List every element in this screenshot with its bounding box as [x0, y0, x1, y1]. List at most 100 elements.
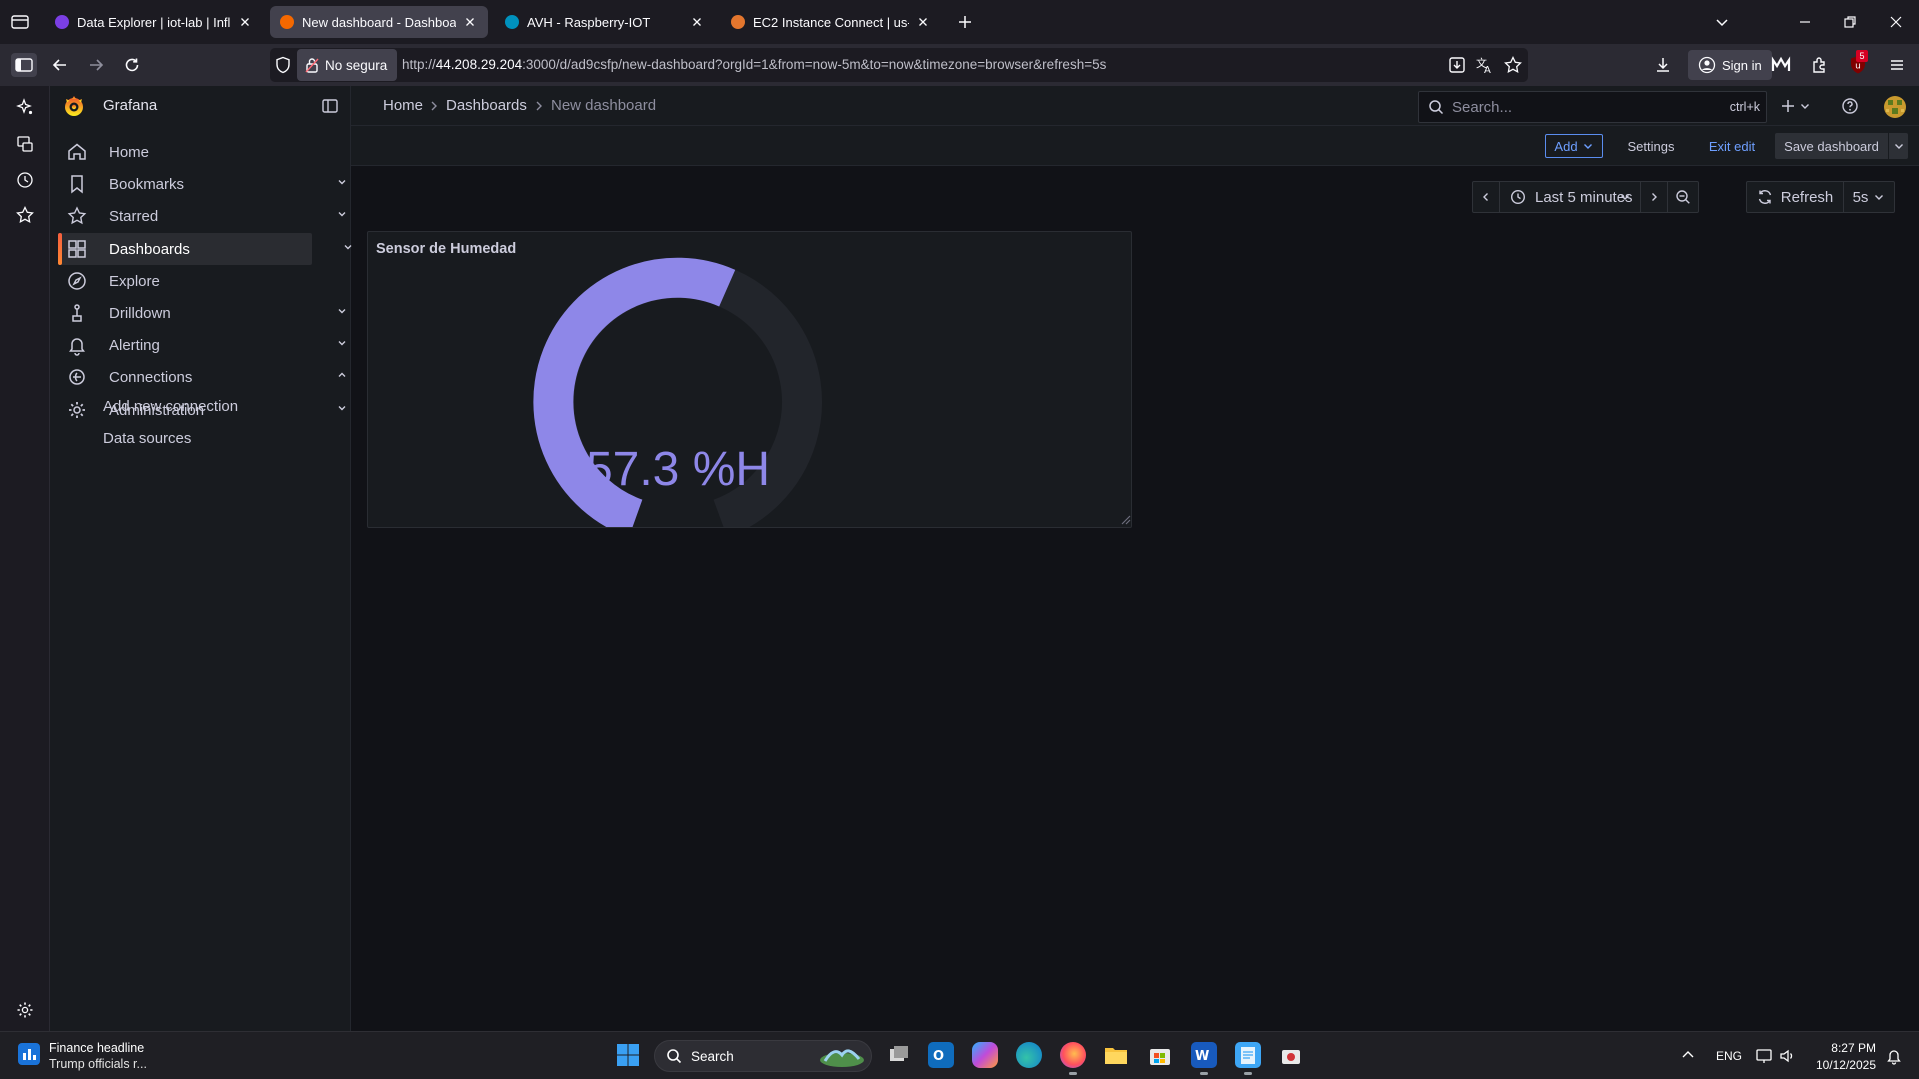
edge-icon[interactable]	[1016, 1042, 1042, 1068]
copilot-icon[interactable]	[972, 1042, 998, 1068]
extensions-puzzle-icon[interactable]	[1810, 55, 1830, 75]
volume-icon[interactable]	[1778, 1047, 1796, 1065]
nav-item-explore[interactable]: Explore	[58, 265, 360, 297]
customize-sidebar-gear-icon[interactable]	[15, 1000, 35, 1020]
history-icon[interactable]	[15, 170, 35, 190]
translate-icon[interactable]: 文A	[1475, 55, 1495, 75]
panel-resize-handle-icon[interactable]	[1119, 513, 1131, 525]
nav-item-connections[interactable]: Connections	[58, 361, 360, 393]
grafana-brand[interactable]: Grafana	[103, 97, 157, 114]
url-text[interactable]: http://44.208.29.204:3000/d/ad9csfp/new-…	[402, 57, 1106, 72]
chevron-down-icon[interactable]	[336, 402, 348, 414]
save-options-chevron-icon[interactable]	[1889, 133, 1908, 159]
nav-item-bookmarks[interactable]: Bookmarks	[58, 168, 360, 200]
back-icon[interactable]	[48, 53, 72, 77]
dashboard-edit-toolbar	[351, 126, 1919, 166]
user-avatar[interactable]	[1884, 96, 1906, 118]
news-title[interactable]: Finance headline	[49, 1041, 144, 1055]
language-indicator[interactable]: ENG	[1716, 1049, 1742, 1063]
minimize-icon[interactable]	[1795, 12, 1815, 32]
settings-button[interactable]: Settings	[1620, 134, 1682, 158]
synced-tabs-icon[interactable]	[15, 134, 35, 154]
time-shift-forward-button[interactable]	[1640, 181, 1668, 213]
close-tab-icon[interactable]	[237, 14, 253, 30]
notifications-bell-icon[interactable]	[1885, 1047, 1903, 1065]
task-view-icon[interactable]	[886, 1042, 912, 1068]
sidebar-toggle-icon[interactable]	[11, 53, 37, 77]
reload-icon[interactable]	[120, 53, 144, 77]
chevron-down-icon[interactable]	[336, 305, 348, 317]
nav-item-dashboards[interactable]: Dashboards	[58, 233, 352, 265]
help-icon[interactable]	[1841, 97, 1859, 115]
start-windows-icon[interactable]	[616, 1043, 640, 1067]
restore-icon[interactable]	[1840, 12, 1860, 32]
tab-overflow-chevron-icon[interactable]	[1712, 12, 1732, 32]
time-shift-back-button[interactable]	[1472, 181, 1500, 213]
nav-sub-data-sources[interactable]: Data sources	[103, 430, 191, 447]
refresh-button[interactable]: Refresh	[1746, 181, 1844, 213]
dock-menu-icon[interactable]	[320, 96, 340, 116]
bookmark-star-icon[interactable]	[1503, 55, 1523, 75]
grafana-logo-icon[interactable]	[62, 94, 86, 118]
microsoft-store-icon[interactable]	[1147, 1042, 1173, 1068]
refresh-interval-picker[interactable]: 5s	[1843, 181, 1895, 213]
close-tab-icon[interactable]	[462, 14, 478, 30]
chevron-up-icon[interactable]	[336, 369, 348, 381]
gauge-panel[interactable]: Sensor de Humedad 57.3 %H	[367, 231, 1132, 528]
chevron-down-icon[interactable]	[336, 176, 348, 188]
nav-item-home[interactable]: Home	[58, 136, 360, 168]
menu-hamburger-icon[interactable]	[1887, 55, 1907, 75]
chevron-down-icon[interactable]	[342, 241, 354, 253]
security-indicator[interactable]: No segura	[297, 49, 398, 81]
new-tab-icon[interactable]	[955, 12, 975, 32]
snipping-tool-icon[interactable]	[1278, 1042, 1304, 1068]
show-hidden-icons-chevron-icon[interactable]	[1680, 1047, 1696, 1063]
tab-list-icon[interactable]	[9, 12, 31, 32]
extension-m-icon[interactable]	[1771, 55, 1791, 75]
nav-sub-add-new-connection[interactable]: Add new connection	[103, 398, 238, 415]
downloads-icon[interactable]	[1653, 55, 1673, 75]
ai-chatbot-icon[interactable]	[15, 97, 35, 117]
sign-in-button[interactable]: Sign in	[1688, 50, 1772, 80]
sync-icon	[1758, 190, 1771, 204]
firefox-icon[interactable]	[1060, 1042, 1086, 1068]
close-tab-icon[interactable]	[689, 14, 705, 30]
install-app-icon[interactable]	[1447, 55, 1467, 75]
news-subtitle[interactable]: Trump officials r...	[49, 1057, 147, 1071]
breadcrumb-dashboards[interactable]: Dashboards	[446, 97, 527, 114]
nav-item-alerting[interactable]: Alerting	[58, 329, 360, 361]
network-icon[interactable]	[1755, 1047, 1773, 1065]
notepad-icon[interactable]	[1235, 1042, 1261, 1068]
nav-item-label: Connections	[109, 368, 193, 386]
browser-tab-1[interactable]: Data Explorer | iot-lab | InfluxD	[45, 6, 263, 38]
word-icon[interactable]: W	[1191, 1042, 1217, 1068]
file-explorer-icon[interactable]	[1103, 1042, 1129, 1068]
taskbar-search-box[interactable]: Search	[654, 1040, 872, 1072]
close-window-icon[interactable]	[1886, 12, 1906, 32]
browser-tab-3[interactable]: AVH - Raspberry-IOT	[495, 6, 715, 38]
forward-icon[interactable]	[84, 53, 108, 77]
add-button[interactable]: Add	[1545, 134, 1603, 158]
exit-edit-button[interactable]: Exit edit	[1700, 134, 1764, 158]
shield-icon[interactable]	[271, 53, 295, 77]
clock-time[interactable]: 8:27 PM	[1818, 1041, 1876, 1055]
outlook-icon[interactable]: O	[928, 1042, 954, 1068]
nav-item-label: Drilldown	[109, 304, 171, 322]
svg-text:W: W	[1195, 1049, 1209, 1064]
news-widget-icon[interactable]	[18, 1043, 40, 1065]
new-plus-icon[interactable]	[1780, 96, 1816, 116]
grafana-search-input[interactable]: Search... ctrl+k	[1418, 91, 1767, 123]
bookmarks-sidebar-icon[interactable]	[15, 205, 35, 225]
breadcrumb-home[interactable]: Home	[383, 97, 423, 114]
browser-tab-4[interactable]: EC2 Instance Connect | us-east-	[721, 6, 941, 38]
time-range-picker[interactable]: Last 5 minutes	[1499, 181, 1641, 213]
clock-date[interactable]: 10/12/2025	[1808, 1058, 1876, 1072]
chevron-down-icon[interactable]	[336, 337, 348, 349]
chevron-down-icon[interactable]	[336, 208, 348, 220]
nav-item-starred[interactable]: Starred	[58, 200, 360, 232]
close-tab-icon[interactable]	[915, 14, 931, 30]
nav-item-drilldown[interactable]: Drilldown	[58, 297, 360, 329]
browser-tab-2[interactable]: New dashboard - Dashboards -	[270, 6, 488, 38]
save-dashboard-button[interactable]: Save dashboard	[1775, 133, 1888, 159]
zoom-out-button[interactable]	[1667, 181, 1699, 213]
